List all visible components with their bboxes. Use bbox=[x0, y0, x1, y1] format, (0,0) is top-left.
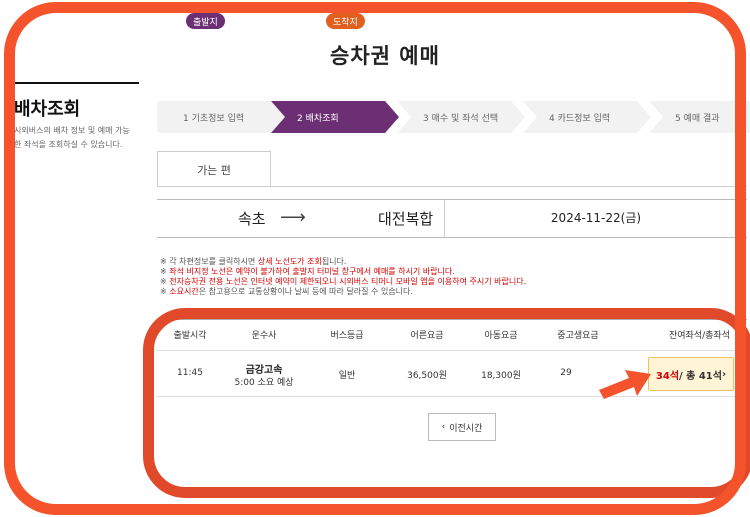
sidebar-title: 배차조회 bbox=[14, 99, 81, 120]
row-student-fare: 29 bbox=[560, 368, 572, 378]
header-child-fare: 아동요금 bbox=[484, 331, 518, 341]
row-adult-fare: 36,500원 bbox=[407, 371, 447, 381]
arrival-badge: 도착지 bbox=[326, 13, 365, 29]
header-seats: 잔여좌석/총좌석 bbox=[669, 331, 730, 341]
header-student-fare: 중고생요금 bbox=[557, 331, 599, 341]
step-2-active: 2 배차조회 bbox=[271, 101, 399, 133]
notice-highlight: 좌석 비지정 노선은 예약이 불가하여 출발지 터미널 창구에서 예매를 하시기… bbox=[169, 267, 455, 276]
notice-text: ※ 각 차편정보를 클릭하시면 bbox=[160, 257, 258, 266]
header-adult-fare: 어른요금 bbox=[410, 331, 444, 341]
route-arrow-icon: ⟶ bbox=[280, 207, 306, 228]
seats-total: / 총 41석 bbox=[679, 370, 722, 382]
notice-highlight: 소요시간 bbox=[169, 287, 199, 296]
tab-outbound[interactable]: 가는 편 bbox=[157, 151, 271, 187]
departure-badge: 출발지 bbox=[186, 13, 225, 29]
travel-date: 2024-11-22(금) bbox=[550, 211, 642, 225]
notice-text: ※ bbox=[160, 277, 170, 286]
step-progress: 1 기초정보 입력 2 배차조회 3 매수 및 좌석 선택 4 카드정보 입력 … bbox=[157, 101, 747, 133]
row-company: 금강고속 bbox=[245, 365, 283, 376]
header-bus-class: 버스등급 bbox=[330, 331, 364, 341]
header-company: 운수사 bbox=[251, 331, 277, 341]
notice-item: ※ 좌석 비지정 노선은 예약이 불가하여 출발지 터미널 창구에서 예매를 하… bbox=[160, 267, 526, 277]
notice-list: ※ 각 차편정보를 클릭하시면 상세 노선도가 조회됩니다. ※ 좌석 비지정 … bbox=[160, 257, 526, 297]
header-depart-time: 출발시각 bbox=[173, 331, 207, 341]
notice-text: 은 참고용으로 교통상황이나 날씨 등에 따라 달라질 수 있습니다. bbox=[198, 287, 413, 296]
notice-item: ※ 전자승차권 전용 노선은 인터넷 예약이 제한되오니 시외버스 티머니 모바… bbox=[160, 277, 526, 287]
sidebar-description: 시외버스의 배차 정보 및 예매 가능한 좌석을 조회하실 수 있습니다. bbox=[14, 126, 130, 149]
page-title: 승차권 예매 bbox=[330, 44, 440, 68]
notice-text: ※ bbox=[160, 287, 170, 296]
chevron-right-icon: › bbox=[721, 368, 727, 380]
step-1: 1 기초정보 입력 bbox=[157, 101, 285, 133]
row-duration: 5:00 소요 예상 bbox=[234, 378, 294, 388]
step-5: 5 예매 결과 bbox=[649, 101, 750, 133]
row-depart-time: 11:45 bbox=[177, 368, 203, 378]
red-arrow-icon bbox=[599, 370, 651, 399]
prev-time-button[interactable]: ‹ 이전시간 bbox=[428, 413, 496, 441]
departure-city: 속초 bbox=[238, 210, 266, 228]
sidebar-rule bbox=[14, 82, 139, 84]
seats-available: 34석 bbox=[655, 370, 680, 382]
prev-time-label: 이전시간 bbox=[449, 423, 483, 434]
notice-highlight: 상세 노선도가 조회 bbox=[257, 257, 322, 266]
step-4: 4 카드정보 입력 bbox=[523, 101, 651, 133]
notice-text: 됩니다. bbox=[321, 257, 347, 266]
row-divider bbox=[157, 396, 747, 397]
tab-underline bbox=[157, 186, 747, 187]
step-3: 3 매수 및 좌석 선택 bbox=[397, 101, 525, 133]
seat-select-button[interactable]: 34석 / 총 41석 › bbox=[648, 357, 734, 391]
row-bus-class: 일반 bbox=[338, 371, 356, 381]
notice-highlight: 전자승차권 전용 노선은 인터넷 예약이 제한되오니 시외버스 티머니 모바일 … bbox=[169, 277, 527, 286]
arrival-city: 대전복합 bbox=[378, 210, 434, 228]
chevron-left-icon: ‹ bbox=[441, 422, 446, 432]
notice-text: ※ bbox=[160, 267, 170, 276]
notice-item: ※ 각 차편정보를 클릭하시면 상세 노선도가 조회됩니다. bbox=[160, 257, 526, 267]
row-child-fare: 18,300원 bbox=[481, 371, 521, 381]
notice-item: ※ 소요시간은 참고용으로 교통상황이나 날씨 등에 따라 달라질 수 있습니다… bbox=[160, 287, 526, 297]
